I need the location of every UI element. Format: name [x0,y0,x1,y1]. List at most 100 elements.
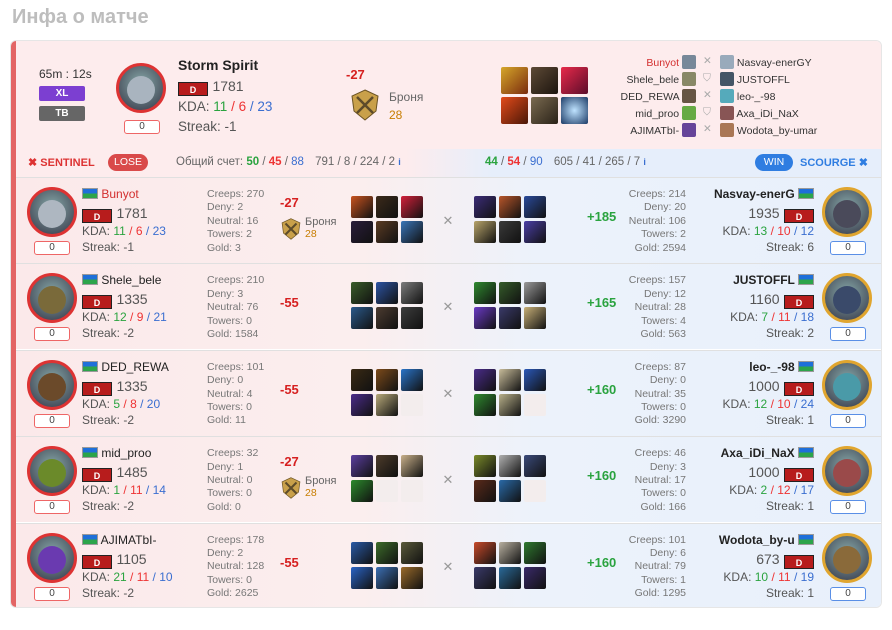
item-slot[interactable] [351,368,373,391]
item-slot[interactable] [499,307,521,330]
info-icon[interactable]: i [398,157,401,167]
player-name[interactable]: Shele_bele [101,273,161,287]
item-slot[interactable] [499,282,521,305]
item-slot[interactable] [474,480,496,503]
report-pill[interactable]: 0 [830,586,866,601]
item-slot[interactable] [376,196,398,218]
item-slot[interactable] [351,307,373,330]
player-avatar[interactable] [27,446,77,497]
item-slot[interactable] [401,282,423,305]
item-slot[interactable] [524,455,546,478]
player-avatar[interactable] [27,359,77,410]
player-name[interactable]: Axa_iDi_NaX [721,446,795,460]
item-slot[interactable] [351,282,373,305]
item-slot[interactable] [499,480,521,503]
item-slot[interactable] [501,67,528,94]
player-name[interactable]: Bunyot [101,187,138,201]
item-slot[interactable] [531,97,558,124]
rating-value: 1160 [749,291,780,308]
item-slot[interactable] [474,221,496,243]
player-avatar[interactable] [822,187,872,237]
item-slot[interactable] [524,282,546,305]
swap-icon[interactable]: ✕ [440,299,456,315]
item-slot[interactable] [351,541,373,564]
item-slot[interactable] [501,97,528,124]
player-name[interactable]: Nasvay-enerG [714,187,795,201]
item-slot[interactable] [376,455,398,478]
item-slot[interactable] [376,541,398,564]
item-slot[interactable] [401,221,423,243]
item-slot[interactable] [499,368,521,391]
report-pill[interactable]: 0 [830,327,866,342]
item-slot[interactable] [474,282,496,305]
item-slot[interactable] [351,480,373,503]
item-slot[interactable] [376,393,398,416]
info-icon[interactable]: i [643,157,646,167]
item-slot[interactable] [499,393,521,416]
swap-icon[interactable]: ✕ [440,213,456,229]
item-slot[interactable] [376,368,398,391]
item-slot[interactable] [401,566,423,589]
player-name[interactable]: leo-_-98 [749,360,794,374]
item-slot[interactable] [499,196,521,218]
item-slot[interactable] [499,541,521,564]
item-slot[interactable] [401,541,423,564]
item-slot[interactable] [524,368,546,391]
report-pill[interactable]: 0 [34,500,70,515]
item-slot[interactable] [474,307,496,330]
item-slot[interactable] [474,368,496,391]
report-pill[interactable]: 0 [830,413,866,428]
item-slot[interactable] [474,196,496,218]
item-slot[interactable] [474,455,496,478]
report-pill[interactable]: 0 [34,413,70,428]
item-slot[interactable] [376,221,398,243]
item-slot[interactable] [376,566,398,589]
swap-icon[interactable]: ✕ [440,472,456,488]
item-slot[interactable] [524,307,546,330]
item-slot[interactable] [524,196,546,218]
item-slot[interactable] [401,455,423,478]
item-slot[interactable] [474,393,496,416]
player-name[interactable]: Wodota_by-u [719,533,795,547]
item-slot[interactable] [351,566,373,589]
item-slot[interactable] [474,541,496,564]
item-slot[interactable] [401,196,423,218]
rank-icon: D [784,468,814,483]
report-pill[interactable]: 0 [34,586,70,601]
player-avatar[interactable] [822,359,872,410]
report-pill[interactable]: 0 [830,500,866,515]
kda-sep: / [231,99,235,114]
item-slot[interactable] [351,455,373,478]
player-avatar[interactable] [822,532,872,583]
item-slot[interactable] [524,541,546,564]
player-avatar[interactable] [27,187,77,237]
player-name[interactable]: mid_proo [101,446,151,460]
player-avatar[interactable] [27,273,77,324]
player-name[interactable]: JUSTOFFL [733,273,795,287]
player-name[interactable]: DED_REWA [101,360,169,374]
report-pill[interactable]: 0 [34,327,70,342]
item-slot[interactable] [524,566,546,589]
item-slot[interactable] [351,221,373,243]
player-avatar[interactable] [822,446,872,497]
item-slot[interactable] [376,307,398,330]
report-pill[interactable]: 0 [34,241,70,255]
player-avatar[interactable] [27,532,77,583]
swap-icon[interactable]: ✕ [440,386,456,402]
report-pill[interactable]: 0 [124,120,160,134]
item-slot[interactable] [474,566,496,589]
item-slot[interactable] [499,566,521,589]
swap-icon[interactable]: ✕ [440,559,456,575]
item-slot[interactable] [524,221,546,243]
item-slot[interactable] [376,282,398,305]
item-slot[interactable] [401,368,423,391]
report-pill[interactable]: 0 [830,241,866,255]
item-slot[interactable] [351,196,373,218]
item-slot[interactable] [531,67,558,94]
item-slot[interactable] [401,307,423,330]
item-slot[interactable] [499,455,521,478]
item-slot[interactable] [351,393,373,416]
item-slot[interactable] [499,221,521,243]
player-name[interactable]: AJIMATbI- [101,533,157,547]
player-avatar[interactable] [822,273,872,324]
